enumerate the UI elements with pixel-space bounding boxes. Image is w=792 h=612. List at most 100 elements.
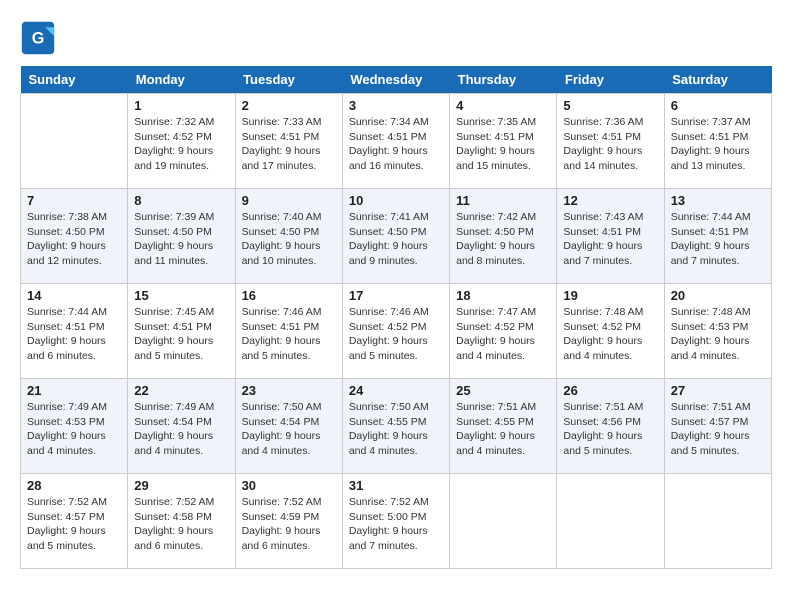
- cell-info: Sunrise: 7:47 AM Sunset: 4:52 PM Dayligh…: [456, 305, 550, 364]
- calendar-cell: 4Sunrise: 7:35 AM Sunset: 4:51 PM Daylig…: [450, 94, 557, 189]
- calendar-cell: 24Sunrise: 7:50 AM Sunset: 4:55 PM Dayli…: [342, 379, 449, 474]
- calendar-cell: [450, 474, 557, 569]
- calendar-cell: 28 Sunrise: 7:52 AM Sunset: 4:57 PM Dayli…: [21, 474, 128, 569]
- calendar-week-4: 21Sunrise: 7:49 AM Sunset: 4:53 PM Dayli…: [21, 379, 772, 474]
- day-number: 23: [242, 383, 336, 398]
- cell-info: Sunrise: 7:51 AM Sunset: 4:56 PM Dayligh…: [563, 400, 657, 459]
- cell-info: Sunrise: 7:51 AM Sunset: 4:55 PM Dayligh…: [456, 400, 550, 459]
- cell-info: Sunrise: 7:49 AM Sunset: 4:53 PM Dayligh…: [27, 400, 121, 459]
- calendar-cell: 20 Sunrise: 7:48 AM Sunset: 4:53 PM Dayli…: [664, 284, 771, 379]
- cell-info: Sunrise: 7:48 AM Sunset: 4:53 PM Dayligh…: [671, 305, 765, 364]
- day-number: 12: [563, 193, 657, 208]
- cell-info: Sunrise: 7:44 AM Sunset: 4:51 PM Dayligh…: [27, 305, 121, 364]
- day-number: 7: [27, 193, 121, 208]
- day-number: 15: [134, 288, 228, 303]
- calendar-cell: 29 Sunrise: 7:52 AM Sunset: 4:58 PM Dayli…: [128, 474, 235, 569]
- cell-info: Sunrise: 7:42 AM Sunset: 4:50 PM Dayligh…: [456, 210, 550, 269]
- day-number: 2: [242, 98, 336, 113]
- day-number: 26: [563, 383, 657, 398]
- calendar-cell: 7 Sunrise: 7:38 AM Sunset: 4:50 PM Daylig…: [21, 189, 128, 284]
- day-number: 25: [456, 383, 550, 398]
- day-number: 9: [242, 193, 336, 208]
- header: G: [20, 20, 772, 56]
- day-number: 31: [349, 478, 443, 493]
- day-number: 19: [563, 288, 657, 303]
- calendar-cell: 31 Sunrise: 7:52 AM Sunset: 5:00 PM Dayli…: [342, 474, 449, 569]
- cell-info: Sunrise: 7:50 AM Sunset: 4:55 PM Dayligh…: [349, 400, 443, 459]
- calendar-cell: 21Sunrise: 7:49 AM Sunset: 4:53 PM Dayli…: [21, 379, 128, 474]
- cell-info: Sunrise: 7:40 AM Sunset: 4:50 PM Dayligh…: [242, 210, 336, 269]
- calendar-cell: 11 Sunrise: 7:42 AM Sunset: 4:50 PM Dayli…: [450, 189, 557, 284]
- day-number: 14: [27, 288, 121, 303]
- calendar-cell: 10 Sunrise: 7:41 AM Sunset: 4:50 PM Dayli…: [342, 189, 449, 284]
- calendar-cell: 22Sunrise: 7:49 AM Sunset: 4:54 PM Dayli…: [128, 379, 235, 474]
- calendar-cell: 9 Sunrise: 7:40 AM Sunset: 4:50 PM Daylig…: [235, 189, 342, 284]
- calendar-week-3: 14 Sunrise: 7:44 AM Sunset: 4:51 PM Dayli…: [21, 284, 772, 379]
- cell-info: Sunrise: 7:37 AM Sunset: 4:51 PM Dayligh…: [671, 115, 765, 174]
- cell-info: Sunrise: 7:38 AM Sunset: 4:50 PM Dayligh…: [27, 210, 121, 269]
- cell-info: Sunrise: 7:43 AM Sunset: 4:51 PM Dayligh…: [563, 210, 657, 269]
- day-header-wednesday: Wednesday: [342, 66, 449, 94]
- day-number: 10: [349, 193, 443, 208]
- calendar-cell: 12 Sunrise: 7:43 AM Sunset: 4:51 PM Dayli…: [557, 189, 664, 284]
- day-number: 6: [671, 98, 765, 113]
- cell-info: Sunrise: 7:35 AM Sunset: 4:51 PM Dayligh…: [456, 115, 550, 174]
- cell-info: Sunrise: 7:52 AM Sunset: 4:59 PM Dayligh…: [242, 495, 336, 554]
- calendar-cell: 5Sunrise: 7:36 AM Sunset: 4:51 PM Daylig…: [557, 94, 664, 189]
- day-number: 16: [242, 288, 336, 303]
- cell-info: Sunrise: 7:34 AM Sunset: 4:51 PM Dayligh…: [349, 115, 443, 174]
- calendar-cell: 2 Sunrise: 7:33 AM Sunset: 4:51 PM Daylig…: [235, 94, 342, 189]
- calendar-week-2: 7 Sunrise: 7:38 AM Sunset: 4:50 PM Daylig…: [21, 189, 772, 284]
- calendar-cell: 16 Sunrise: 7:46 AM Sunset: 4:51 PM Dayli…: [235, 284, 342, 379]
- cell-info: Sunrise: 7:50 AM Sunset: 4:54 PM Dayligh…: [242, 400, 336, 459]
- calendar-cell: 30 Sunrise: 7:52 AM Sunset: 4:59 PM Dayli…: [235, 474, 342, 569]
- day-number: 27: [671, 383, 765, 398]
- calendar-cell: 6 Sunrise: 7:37 AM Sunset: 4:51 PM Daylig…: [664, 94, 771, 189]
- day-number: 1: [134, 98, 228, 113]
- calendar-cell: 1 Sunrise: 7:32 AM Sunset: 4:52 PM Daylig…: [128, 94, 235, 189]
- cell-info: Sunrise: 7:46 AM Sunset: 4:52 PM Dayligh…: [349, 305, 443, 364]
- day-header-thursday: Thursday: [450, 66, 557, 94]
- calendar-cell: 13 Sunrise: 7:44 AM Sunset: 4:51 PM Dayli…: [664, 189, 771, 284]
- calendar-cell: 15 Sunrise: 7:45 AM Sunset: 4:51 PM Dayli…: [128, 284, 235, 379]
- cell-info: Sunrise: 7:44 AM Sunset: 4:51 PM Dayligh…: [671, 210, 765, 269]
- cell-info: Sunrise: 7:52 AM Sunset: 4:58 PM Dayligh…: [134, 495, 228, 554]
- day-number: 30: [242, 478, 336, 493]
- calendar-cell: [21, 94, 128, 189]
- cell-info: Sunrise: 7:41 AM Sunset: 4:50 PM Dayligh…: [349, 210, 443, 269]
- cell-info: Sunrise: 7:51 AM Sunset: 4:57 PM Dayligh…: [671, 400, 765, 459]
- cell-info: Sunrise: 7:49 AM Sunset: 4:54 PM Dayligh…: [134, 400, 228, 459]
- calendar-cell: 23 Sunrise: 7:50 AM Sunset: 4:54 PM Dayli…: [235, 379, 342, 474]
- day-number: 8: [134, 193, 228, 208]
- cell-info: Sunrise: 7:46 AM Sunset: 4:51 PM Dayligh…: [242, 305, 336, 364]
- calendar-cell: 14 Sunrise: 7:44 AM Sunset: 4:51 PM Dayli…: [21, 284, 128, 379]
- calendar-cell: [557, 474, 664, 569]
- calendar-cell: 8 Sunrise: 7:39 AM Sunset: 4:50 PM Daylig…: [128, 189, 235, 284]
- calendar-week-5: 28 Sunrise: 7:52 AM Sunset: 4:57 PM Dayli…: [21, 474, 772, 569]
- calendar-cell: 25 Sunrise: 7:51 AM Sunset: 4:55 PM Dayli…: [450, 379, 557, 474]
- day-number: 11: [456, 193, 550, 208]
- cell-info: Sunrise: 7:32 AM Sunset: 4:52 PM Dayligh…: [134, 115, 228, 174]
- cell-info: Sunrise: 7:36 AM Sunset: 4:51 PM Dayligh…: [563, 115, 657, 174]
- day-number: 29: [134, 478, 228, 493]
- day-number: 20: [671, 288, 765, 303]
- cell-info: Sunrise: 7:52 AM Sunset: 4:57 PM Dayligh…: [27, 495, 121, 554]
- calendar-cell: 27 Sunrise: 7:51 AM Sunset: 4:57 PM Dayli…: [664, 379, 771, 474]
- cell-info: Sunrise: 7:48 AM Sunset: 4:52 PM Dayligh…: [563, 305, 657, 364]
- day-number: 3: [349, 98, 443, 113]
- day-number: 13: [671, 193, 765, 208]
- logo: G: [20, 20, 60, 56]
- calendar-cell: 3 Sunrise: 7:34 AM Sunset: 4:51 PM Daylig…: [342, 94, 449, 189]
- logo-icon: G: [20, 20, 56, 56]
- calendar-cell: 17 Sunrise: 7:46 AM Sunset: 4:52 PM Dayli…: [342, 284, 449, 379]
- day-number: 18: [456, 288, 550, 303]
- cell-info: Sunrise: 7:45 AM Sunset: 4:51 PM Dayligh…: [134, 305, 228, 364]
- cell-info: Sunrise: 7:39 AM Sunset: 4:50 PM Dayligh…: [134, 210, 228, 269]
- calendar-table: SundayMondayTuesdayWednesdayThursdayFrid…: [20, 66, 772, 569]
- cell-info: Sunrise: 7:52 AM Sunset: 5:00 PM Dayligh…: [349, 495, 443, 554]
- cell-info: Sunrise: 7:33 AM Sunset: 4:51 PM Dayligh…: [242, 115, 336, 174]
- svg-text:G: G: [32, 29, 45, 47]
- day-number: 17: [349, 288, 443, 303]
- day-number: 28: [27, 478, 121, 493]
- calendar-cell: 18 Sunrise: 7:47 AM Sunset: 4:52 PM Dayli…: [450, 284, 557, 379]
